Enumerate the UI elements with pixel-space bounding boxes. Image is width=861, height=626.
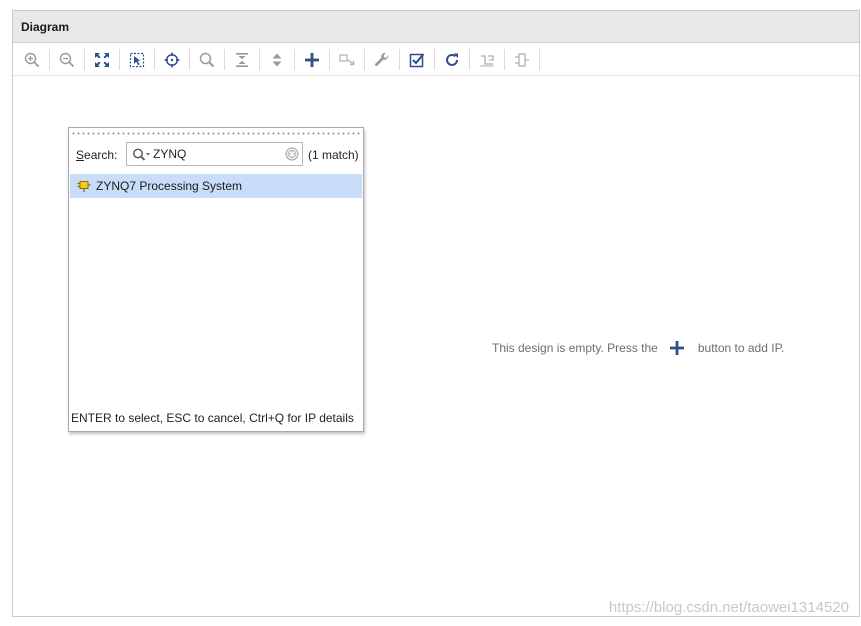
panel-title: Diagram [21, 20, 70, 34]
popup-drag-grip[interactable] [71, 131, 361, 136]
expand-icon[interactable] [266, 49, 288, 71]
zoom-out-icon[interactable] [56, 49, 78, 71]
empty-design-message: This design is empty. Press the button t… [492, 340, 784, 356]
search-results-list: ZYNQ7 Processing System [70, 174, 362, 198]
result-label: ZYNQ7 Processing System [96, 179, 243, 193]
diagram-toolbar [13, 43, 859, 76]
optimize-routing-icon[interactable] [476, 49, 498, 71]
search-label: Search: [76, 148, 118, 162]
popup-hint: ENTER to select, ESC to cancel, Ctrl+Q f… [71, 411, 354, 425]
zoom-area-icon[interactable] [126, 49, 148, 71]
empty-message-text: This design is empty. Press the [492, 341, 658, 355]
search-options-icon[interactable] [132, 147, 152, 163]
match-count: (1 match) [308, 148, 359, 162]
ip-block-icon [77, 179, 91, 193]
list-item[interactable]: ZYNQ7 Processing System [70, 174, 362, 198]
watermark: https://blog.csdn.net/taowei1314520 [608, 599, 849, 616]
autoconnect-target-icon[interactable] [161, 49, 183, 71]
search-row: Search: (1 match) [76, 142, 359, 168]
ip-search-popup: Search: (1 match) ZYNQ7 Processing Syste… [68, 127, 364, 432]
clear-search-icon[interactable] [285, 147, 299, 161]
add-ip-inline-icon[interactable] [666, 340, 688, 356]
validate-design-icon[interactable] [406, 49, 428, 71]
zoom-in-icon[interactable] [21, 49, 43, 71]
collapse-icon[interactable] [231, 49, 253, 71]
panel-titlebar: Diagram [13, 11, 859, 43]
block-icon[interactable] [511, 49, 533, 71]
make-external-icon[interactable] [336, 49, 358, 71]
properties-wrench-icon[interactable] [371, 49, 393, 71]
zoom-fit-icon[interactable] [91, 49, 113, 71]
search-icon[interactable] [196, 49, 218, 71]
regenerate-layout-icon[interactable] [441, 49, 463, 71]
add-ip-icon[interactable] [301, 49, 323, 71]
empty-message-text-end: button to add IP. [697, 341, 785, 355]
search-box[interactable] [126, 142, 303, 166]
search-input[interactable] [153, 145, 281, 163]
